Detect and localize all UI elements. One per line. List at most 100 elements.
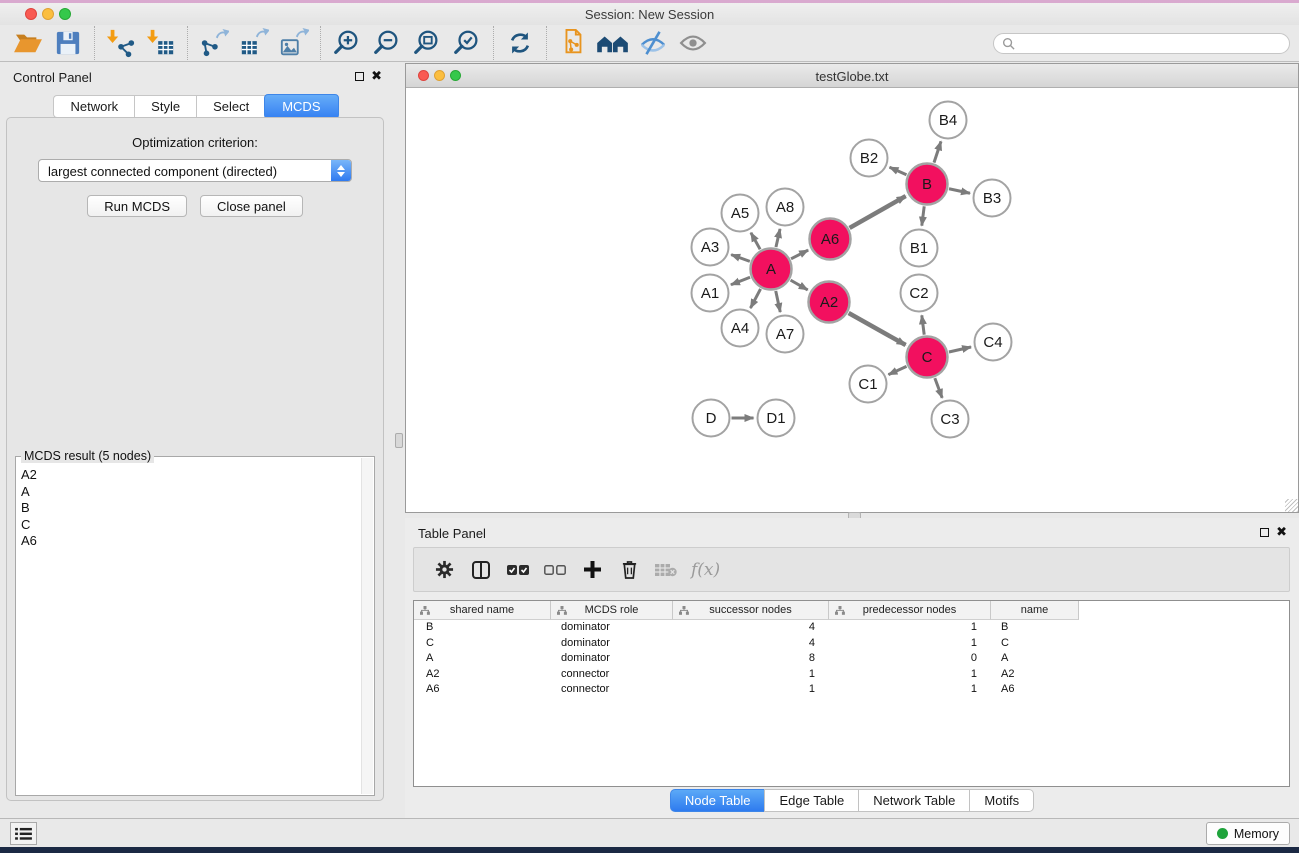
- edge-A-A8[interactable]: [776, 229, 780, 247]
- zoom-out-icon[interactable]: [367, 26, 407, 60]
- edge-A2-C[interactable]: [849, 313, 906, 345]
- import-table-icon[interactable]: [141, 26, 181, 60]
- tab-edge-table[interactable]: Edge Table: [764, 789, 858, 812]
- edge-C-C4[interactable]: [949, 347, 971, 352]
- edge-C-C1[interactable]: [888, 366, 906, 374]
- edge-A-A5[interactable]: [751, 233, 760, 250]
- table-cell[interactable]: 8: [673, 651, 829, 667]
- network-window-titlebar[interactable]: testGlobe.txt: [406, 64, 1298, 88]
- edge-B-B4[interactable]: [934, 141, 941, 162]
- edge-C-C2[interactable]: [922, 315, 924, 334]
- result-node-b[interactable]: B: [17, 500, 361, 517]
- column-visibility-icon[interactable]: [467, 555, 495, 585]
- table-row[interactable]: Cdominator41C: [414, 636, 1289, 652]
- table-cell[interactable]: 1: [829, 667, 991, 683]
- table-cell[interactable]: A: [991, 651, 1079, 667]
- task-history-button[interactable]: [10, 822, 37, 845]
- run-mcds-button[interactable]: Run MCDS: [87, 195, 187, 217]
- add-column-icon[interactable]: [578, 555, 606, 585]
- table-cell[interactable]: B: [414, 620, 551, 636]
- table-cell[interactable]: A2: [991, 667, 1079, 683]
- settings-gear-icon[interactable]: [430, 555, 458, 585]
- home-icon[interactable]: [593, 26, 633, 60]
- table-cell[interactable]: connector: [551, 667, 673, 683]
- table-cell[interactable]: 1: [829, 682, 991, 698]
- edge-A-A7[interactable]: [776, 291, 781, 312]
- close-panel-icon[interactable]: ✖: [1276, 525, 1287, 540]
- edge-A-A3[interactable]: [731, 255, 750, 262]
- graphics-details-icon[interactable]: [633, 26, 673, 60]
- close-panel-button[interactable]: Close panel: [200, 195, 303, 217]
- table-cell[interactable]: 0: [829, 651, 991, 667]
- divider-handle[interactable]: [395, 433, 403, 448]
- table-cell[interactable]: dominator: [551, 620, 673, 636]
- tab-motifs[interactable]: Motifs: [969, 789, 1034, 812]
- select-all-icon[interactable]: [504, 555, 532, 585]
- network-canvas[interactable]: AA1A2A3A4A5A6A7A8BB1B2B3B4CC1C2C3C4DD1: [406, 89, 1298, 512]
- tab-network-table[interactable]: Network Table: [858, 789, 969, 812]
- tab-select[interactable]: Select: [196, 95, 265, 118]
- result-node-c[interactable]: C: [17, 517, 361, 534]
- float-panel-icon[interactable]: [1260, 528, 1269, 537]
- edge-A-A2[interactable]: [791, 280, 808, 290]
- edge-B-B2[interactable]: [890, 167, 907, 175]
- result-node-a6[interactable]: A6: [17, 533, 361, 550]
- column-header-successor-nodes[interactable]: successor nodes: [673, 601, 829, 620]
- table-row[interactable]: A6connector11A6: [414, 682, 1289, 698]
- edge-A-A4[interactable]: [750, 289, 760, 308]
- edge-B-B1[interactable]: [922, 206, 924, 225]
- table-cell[interactable]: 1: [829, 636, 991, 652]
- table-row[interactable]: Bdominator41B: [414, 620, 1289, 636]
- table-cell[interactable]: C: [414, 636, 551, 652]
- vertical-split-divider[interactable]: [391, 62, 405, 818]
- result-scrollbar[interactable]: [361, 458, 373, 794]
- close-panel-icon[interactable]: ✖: [371, 69, 382, 84]
- import-network-icon[interactable]: [101, 26, 141, 60]
- tab-node-table[interactable]: Node Table: [670, 789, 765, 812]
- table-cell[interactable]: dominator: [551, 636, 673, 652]
- column-header-name[interactable]: name: [991, 601, 1079, 620]
- table-cell[interactable]: 1: [673, 682, 829, 698]
- edge-A6-B[interactable]: [850, 196, 906, 228]
- edge-A-A6[interactable]: [791, 250, 808, 259]
- table-cell[interactable]: A6: [414, 682, 551, 698]
- eye-icon[interactable]: [673, 26, 713, 60]
- tab-network[interactable]: Network: [53, 95, 134, 118]
- column-header-mcds-role[interactable]: MCDS role: [551, 601, 673, 620]
- search-box[interactable]: [993, 33, 1290, 54]
- table-cell[interactable]: A: [414, 651, 551, 667]
- edge-C-C3[interactable]: [935, 378, 942, 398]
- table-cell[interactable]: B: [991, 620, 1079, 636]
- column-header-shared-name[interactable]: shared name: [414, 601, 551, 620]
- table-row[interactable]: A2connector11A2: [414, 667, 1289, 683]
- zoom-fit-icon[interactable]: [407, 26, 447, 60]
- zoom-in-icon[interactable]: [327, 26, 367, 60]
- table-cell[interactable]: A2: [414, 667, 551, 683]
- float-panel-icon[interactable]: [355, 72, 364, 81]
- table-cell[interactable]: C: [991, 636, 1079, 652]
- export-table-icon[interactable]: [234, 26, 274, 60]
- column-header-predecessor-nodes[interactable]: predecessor nodes: [829, 601, 991, 620]
- table-cell[interactable]: 1: [673, 667, 829, 683]
- apply-function-icon[interactable]: f(x): [691, 560, 720, 580]
- duplicate-network-icon[interactable]: [553, 26, 593, 60]
- tab-mcds[interactable]: MCDS: [264, 94, 338, 119]
- table-cell[interactable]: connector: [551, 682, 673, 698]
- optimization-criterion-select[interactable]: largest connected component (directed): [38, 159, 352, 182]
- search-input[interactable]: [1020, 36, 1281, 52]
- delete-table-icon[interactable]: [652, 555, 680, 585]
- window-resize-grip[interactable]: [1285, 499, 1298, 512]
- open-session-icon[interactable]: [8, 26, 48, 60]
- refresh-icon[interactable]: [500, 26, 540, 60]
- edge-B-B3[interactable]: [949, 189, 970, 194]
- save-session-icon[interactable]: [48, 26, 88, 60]
- table-row[interactable]: Adominator80A: [414, 651, 1289, 667]
- table-cell[interactable]: A6: [991, 682, 1079, 698]
- edge-A-A1[interactable]: [731, 277, 750, 285]
- table-cell[interactable]: 4: [673, 636, 829, 652]
- zoom-selected-icon[interactable]: [447, 26, 487, 60]
- table-cell[interactable]: 1: [829, 620, 991, 636]
- memory-button[interactable]: Memory: [1206, 822, 1290, 845]
- table-cell[interactable]: dominator: [551, 651, 673, 667]
- result-node-a2[interactable]: A2: [17, 467, 361, 484]
